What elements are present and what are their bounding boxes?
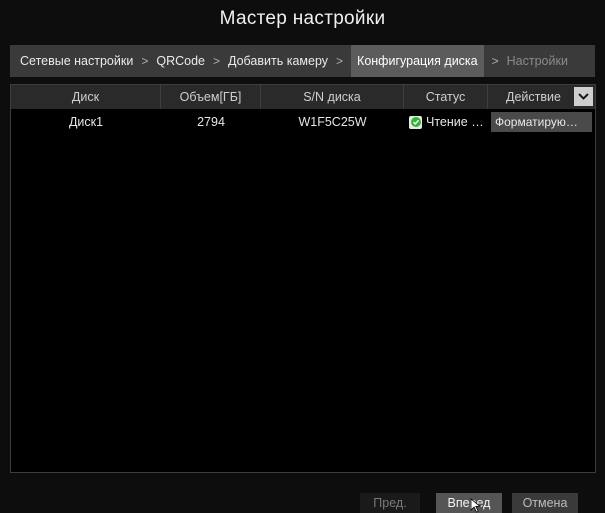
step-separator: >	[141, 54, 149, 68]
cancel-button[interactable]: Отмена	[512, 493, 578, 513]
step-separator: >	[212, 54, 220, 68]
mouse-cursor-icon	[470, 498, 482, 513]
step-separator: >	[491, 54, 499, 68]
prev-button[interactable]: Пред.	[360, 493, 420, 513]
ok-check-icon	[409, 115, 422, 129]
step-settings: Настройки	[506, 54, 568, 68]
cell-action: Форматирую…	[488, 111, 595, 133]
format-button[interactable]: Форматирую…	[491, 112, 592, 132]
step-add-camera[interactable]: Добавить камеру	[228, 54, 328, 68]
table-header: Диск Объем[ГБ] S/N диска Статус Действие	[11, 85, 595, 109]
status-text: Чтение и…	[426, 115, 486, 129]
disk-table: Диск Объем[ГБ] S/N диска Статус Действие…	[10, 84, 596, 473]
column-header-status[interactable]: Статус	[404, 85, 488, 109]
step-disk-configuration[interactable]: Конфигурация диска	[351, 45, 484, 77]
table-row[interactable]: Диск1 2794 W1F5C25W Чтение и… Форматирую…	[11, 111, 595, 133]
wizard-steps-bar: Сетевые настройки > QRCode > Добавить ка…	[10, 45, 595, 77]
column-header-disk[interactable]: Диск	[11, 85, 161, 109]
column-header-action-label: Действие	[506, 90, 561, 104]
column-header-capacity[interactable]: Объем[ГБ]	[161, 85, 261, 109]
cell-capacity: 2794	[197, 115, 225, 129]
next-button[interactable]: Вперед	[436, 493, 502, 513]
window-title: Мастер настройки	[219, 8, 386, 29]
step-qrcode[interactable]: QRCode	[156, 54, 205, 68]
chevron-down-icon[interactable]	[574, 87, 593, 106]
step-separator: >	[336, 54, 344, 68]
cell-status: Чтение и…	[404, 111, 488, 133]
column-header-action[interactable]: Действие	[488, 85, 595, 109]
cell-disk: Диск1	[68, 115, 104, 129]
setup-wizard-window: Мастер настройки Сетевые настройки > QRC…	[0, 0, 605, 513]
cell-serial: W1F5C25W	[298, 115, 367, 129]
step-network-settings[interactable]: Сетевые настройки	[20, 54, 133, 68]
column-header-serial[interactable]: S/N диска	[261, 85, 404, 109]
title-bar: Мастер настройки	[0, 0, 605, 38]
